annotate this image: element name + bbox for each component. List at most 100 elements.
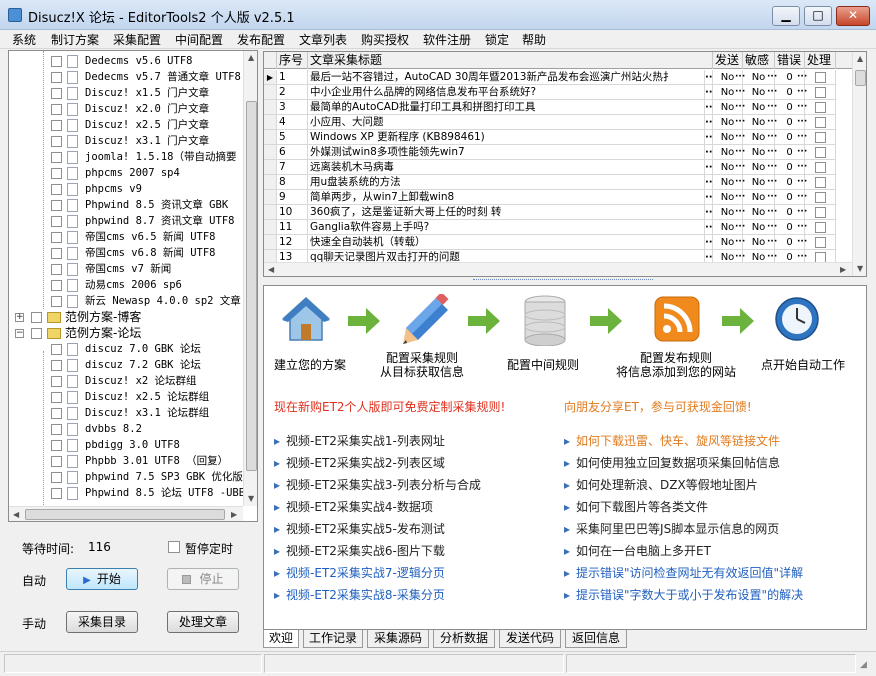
step-publish-rules[interactable]: 配置发布规则 将信息添加到您的网站 [610, 351, 742, 379]
rss-icon[interactable] [654, 296, 700, 342]
process-articles-button[interactable]: 处理文章 [167, 611, 239, 633]
tree-item[interactable]: pbdigg 3.0 UTF8 [9, 437, 245, 453]
tree-checkbox[interactable] [51, 472, 62, 483]
expand-icon[interactable]: + [15, 313, 24, 322]
menu-plan[interactable]: 制订方案 [51, 31, 99, 48]
header-process[interactable]: 处理 [805, 52, 836, 69]
scroll-right-icon[interactable]: ▶ [231, 510, 237, 519]
scroll-left-icon[interactable]: ◀ [268, 265, 274, 274]
tree-item[interactable]: 新云 Newasp 4.0.0 sp2 文章 [9, 293, 245, 309]
tree-vertical-scrollbar[interactable]: ▲ ▼ [243, 51, 257, 506]
header-sensitive[interactable]: 敏感 [743, 52, 775, 69]
tree-folder[interactable]: + 范例方案-博客 [9, 309, 245, 325]
cell-sensitive-more[interactable]: ··· [767, 190, 777, 205]
table-row[interactable]: 10360疯了，这是鉴证新大哥上任的时刻 转···NoNo0········· [264, 205, 852, 220]
promo-right[interactable]: 向朋友分享ET，参与可获现金回馈! [564, 398, 752, 415]
pencil-icon[interactable] [400, 294, 452, 346]
cell-error-more[interactable]: ··· [797, 235, 807, 250]
pause-timer-checkbox[interactable] [168, 541, 180, 553]
process-checkbox[interactable] [815, 147, 826, 158]
tree-checkbox[interactable] [51, 72, 62, 83]
tree-item[interactable]: Discuz! x2.5 论坛群组 [9, 389, 245, 405]
cell-sensitive-more[interactable]: ··· [767, 145, 777, 160]
tree-item[interactable]: Discuz! x3.1 论坛群组 [9, 405, 245, 421]
grid-horizontal-scrollbar[interactable]: ◀ ▶ [264, 262, 852, 276]
cell-send-more[interactable]: ··· [735, 85, 745, 100]
menu-lock[interactable]: 锁定 [485, 31, 509, 48]
tree-item[interactable]: joomla! 1.5.18（带自动摘要 [9, 149, 245, 165]
tree-checkbox[interactable] [51, 104, 62, 115]
article-grid[interactable]: 序号 文章采集标题 发送 敏感 错误 处理 ▶ 1 最后一站不容错过，AutoCAD… [263, 51, 867, 277]
menu-buy-license[interactable]: 购买授权 [361, 31, 409, 48]
tree-item[interactable]: 帝国cms v6.8 新闻 UTF8 [9, 245, 245, 261]
tree-item[interactable]: 帝国cms v6.5 新闻 UTF8 [9, 229, 245, 245]
scroll-down-icon[interactable]: ▼ [248, 494, 254, 503]
process-checkbox[interactable] [815, 87, 826, 98]
tree-checkbox[interactable] [51, 168, 62, 179]
header-error[interactable]: 错误 [775, 52, 805, 69]
tab-send-code[interactable]: 发送代码 [499, 630, 561, 648]
tree-checkbox[interactable] [51, 360, 62, 371]
tree-checkbox[interactable] [51, 296, 62, 307]
help-link-video[interactable]: ▸ 视频-ET2采集实战6-图片下载 [274, 542, 445, 559]
cell-sensitive-more[interactable]: ··· [767, 115, 777, 130]
help-link-faq[interactable]: ▸ 提示错误"访问检查网址无有效返回值"详解 [564, 564, 803, 581]
table-row[interactable]: 9简单两步，从win7上卸载win8···NoNo0········· [264, 190, 852, 205]
cell-error-more[interactable]: ··· [797, 115, 807, 130]
cell-send-more[interactable]: ··· [735, 145, 745, 160]
tree-item[interactable]: discuz 7.0 GBK 论坛 [9, 341, 245, 357]
cell-sensitive-more[interactable]: ··· [767, 70, 777, 85]
cell-sensitive-more[interactable]: ··· [767, 235, 777, 250]
tree-checkbox[interactable] [51, 456, 62, 467]
tree-checkbox[interactable] [51, 488, 62, 499]
tree-checkbox[interactable] [51, 424, 62, 435]
cell-send-more[interactable]: ··· [735, 220, 745, 235]
tree-item[interactable]: Discuz! x2 论坛群组 [9, 373, 245, 389]
tree-checkbox[interactable] [51, 248, 62, 259]
process-checkbox[interactable] [815, 177, 826, 188]
process-checkbox[interactable] [815, 102, 826, 113]
scroll-thumb[interactable] [855, 70, 866, 86]
menu-help[interactable]: 帮助 [522, 31, 546, 48]
tree-checkbox[interactable] [51, 440, 62, 451]
minimize-button[interactable]: ▁ [772, 6, 800, 26]
menu-middle-config[interactable]: 中间配置 [175, 31, 223, 48]
close-button[interactable]: ✕ [836, 6, 870, 26]
help-link-faq[interactable]: ▸ 提示错误"字数大于或小于发布设置"的解决 [564, 586, 803, 603]
cell-send-more[interactable]: ··· [735, 100, 745, 115]
cell-send-more[interactable]: ··· [735, 205, 745, 220]
tree-checkbox[interactable] [51, 376, 62, 387]
cell-error-more[interactable]: ··· [797, 145, 807, 160]
tree-item[interactable]: 帝国cms v7 新闻 [9, 261, 245, 277]
menu-publish-config[interactable]: 发布配置 [237, 31, 285, 48]
house-icon[interactable] [280, 294, 332, 346]
cell-error-more[interactable]: ··· [797, 175, 807, 190]
step-create-scheme[interactable]: 建立您的方案 [268, 358, 352, 372]
table-row[interactable]: 12快速全自动装机（转载）···NoNo0········· [264, 235, 852, 250]
scroll-thumb[interactable] [246, 101, 257, 471]
table-row[interactable]: 3最简单的AutoCAD批量打印工具和拼图打印工具···NoNo0·······… [264, 100, 852, 115]
stop-button[interactable]: 停止 [167, 568, 239, 590]
scroll-up-icon[interactable]: ▲ [248, 53, 254, 62]
help-link-video[interactable]: ▸ 视频-ET2采集实战5-发布测试 [274, 520, 445, 537]
tree-checkbox[interactable] [51, 152, 62, 163]
tree-checkbox[interactable] [51, 184, 62, 195]
tree-item[interactable]: phpcms 2007 sp4 [9, 165, 245, 181]
tree-folder[interactable]: − 范例方案-论坛 [9, 325, 245, 341]
table-row[interactable]: 8用u盘装系统的方法···NoNo0········· [264, 175, 852, 190]
tree-item[interactable]: phpwind 8.7 资讯文章 UTF8 [9, 213, 245, 229]
tree-checkbox[interactable] [51, 280, 62, 291]
tree-item[interactable]: Discuz! x3.1 门户文章 [9, 133, 245, 149]
step-start-auto[interactable]: 点开始自动工作 [754, 358, 852, 372]
promo-left[interactable]: 现在新购ET2个人版即可免费定制采集规则! [274, 398, 505, 415]
tree-checkbox[interactable] [51, 232, 62, 243]
cell-sensitive-more[interactable]: ··· [767, 130, 777, 145]
header-send[interactable]: 发送 [713, 52, 743, 69]
help-link-video[interactable]: ▸ 视频-ET2采集实战1-列表网址 [274, 432, 445, 449]
tree-checkbox[interactable] [31, 328, 42, 339]
cell-error-more[interactable]: ··· [797, 160, 807, 175]
help-link-faq[interactable]: ▸ 如何下载迅雷、快车、旋风等链接文件 [564, 432, 780, 449]
tree-item[interactable]: Phpbb 3.01 UTF8 （回复） [9, 453, 245, 469]
cell-send-more[interactable]: ··· [735, 190, 745, 205]
tree-item[interactable]: discuz 7.2 GBK 论坛 [9, 357, 245, 373]
